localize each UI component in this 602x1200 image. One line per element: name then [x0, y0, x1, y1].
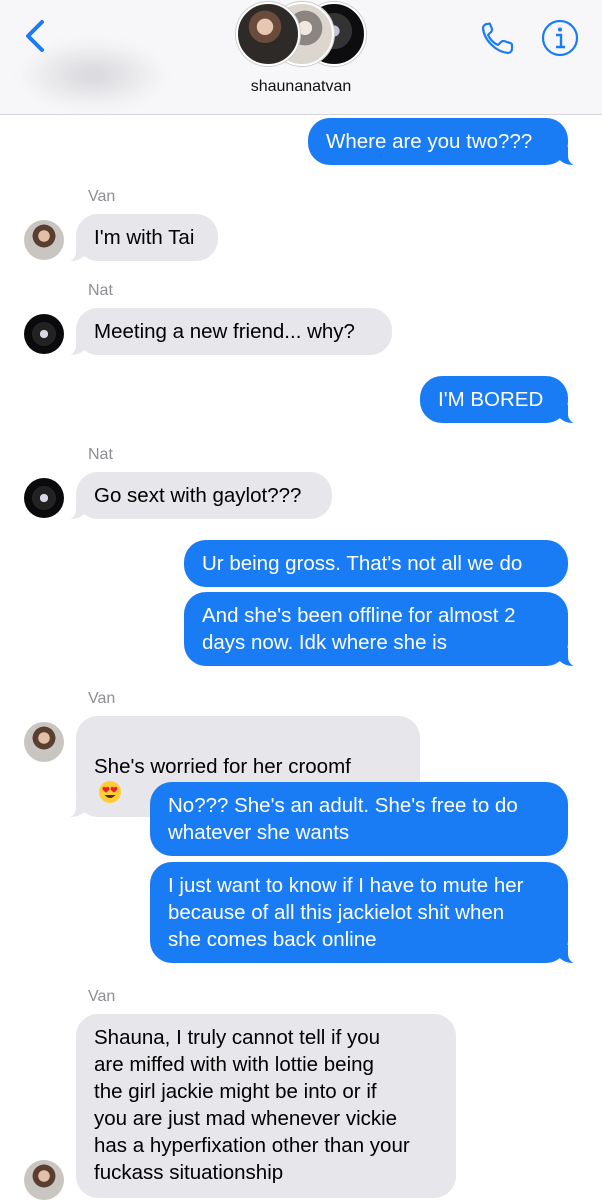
chevron-left-icon [26, 20, 44, 52]
outgoing-message[interactable]: I'M BORED [420, 376, 580, 424]
outgoing-message[interactable]: Where are you two??? [308, 118, 580, 166]
sender-name: Van [88, 690, 116, 707]
incoming-message[interactable]: Shauna, I truly cannot tell if you are m… [76, 1014, 456, 1198]
chat-header: shaunanatvan [0, 0, 602, 115]
incoming-message[interactable]: I'm with Tai [64, 214, 218, 262]
heart-eyes-emoji-icon [99, 781, 121, 803]
avatar [236, 2, 300, 66]
avatar[interactable] [24, 478, 64, 518]
sender-name: Nat [88, 446, 113, 463]
outgoing-message[interactable]: And she's been offline for almost 2 days… [184, 592, 580, 667]
back-button[interactable] [20, 18, 52, 54]
outgoing-message[interactable]: No??? She's an adult. She's free to do w… [150, 782, 568, 856]
sender-name: Van [88, 988, 116, 1005]
group-name[interactable]: shaunanatvan [0, 78, 602, 96]
outgoing-message[interactable]: I just want to know if I have to mute he… [150, 862, 580, 964]
incoming-message[interactable]: Go sext with gaylot??? [64, 472, 332, 520]
phone-icon [481, 22, 514, 55]
avatar[interactable] [24, 314, 64, 354]
info-button[interactable] [540, 18, 580, 58]
incoming-message[interactable]: Meeting a new friend... why? [64, 308, 392, 356]
sender-name: Nat [88, 282, 113, 299]
group-avatar-stack[interactable] [236, 2, 366, 66]
outgoing-message[interactable]: Ur being gross. That's not all we do [184, 540, 568, 587]
avatar[interactable] [24, 220, 64, 260]
avatar[interactable] [24, 1160, 64, 1200]
info-icon [541, 19, 579, 57]
avatar[interactable] [24, 722, 64, 762]
call-button[interactable] [478, 18, 518, 58]
sender-name: Van [88, 188, 116, 205]
message-text: She's worried for her croomf [94, 755, 351, 778]
